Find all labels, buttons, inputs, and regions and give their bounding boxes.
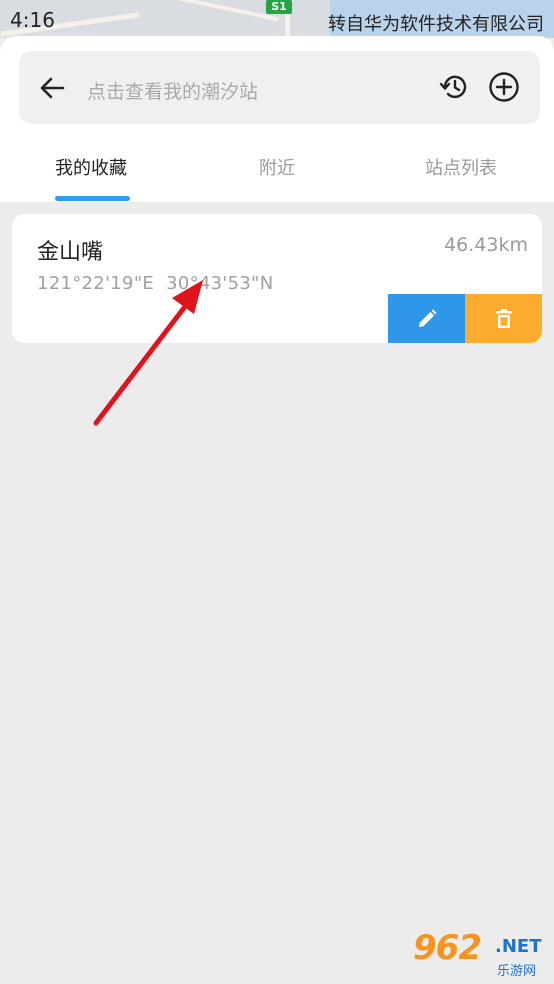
source-note: 转自华为软件技术有限公司 — [328, 14, 544, 35]
route-badge: S1 — [266, 0, 292, 14]
back-arrow-icon[interactable] — [39, 75, 65, 101]
station-name: 金山嘴 — [37, 240, 104, 265]
status-time: 4:16 — [10, 8, 55, 32]
search-placeholder[interactable]: 点击查看我的潮汐站 — [87, 77, 258, 104]
delete-button[interactable] — [465, 294, 542, 343]
search-bar[interactable]: 点击查看我的潮汐站 — [19, 51, 540, 124]
station-latitude: 30°43'53"N — [166, 273, 274, 294]
station-longitude: 121°22'19"E — [37, 273, 155, 294]
tab-favorites[interactable]: 我的收藏 — [55, 154, 127, 180]
edit-icon — [418, 308, 437, 327]
app-screen: S1 4:16 转自华为软件技术有限公司 点击查看我的潮汐站 我的收藏 附近 站… — [0, 0, 554, 984]
map-background: S1 4:16 转自华为软件技术有限公司 — [0, 0, 554, 38]
tab-station-list[interactable]: 站点列表 — [425, 154, 497, 180]
edit-button[interactable] — [388, 294, 465, 343]
watermark-domain: .NET — [495, 936, 542, 957]
delete-icon — [495, 308, 512, 328]
history-icon[interactable] — [438, 71, 470, 103]
header-sheet: 点击查看我的潮汐站 我的收藏 附近 站点列表 — [0, 36, 554, 202]
map-road — [151, 0, 279, 22]
site-watermark: 962 .NET 乐游网 — [413, 928, 549, 980]
watermark-number: 962 — [413, 928, 482, 968]
add-circle-icon[interactable] — [488, 71, 520, 103]
favorite-station-card[interactable]: 金山嘴 46.43km 121°22'19"E 30°43'53"N — [12, 214, 542, 343]
tab-bar: 我的收藏 附近 站点列表 — [0, 146, 554, 202]
station-coordinates: 121°22'19"E 30°43'53"N — [37, 273, 274, 294]
watermark-sub: 乐游网 — [497, 964, 537, 979]
active-tab-indicator — [55, 196, 130, 201]
tab-nearby[interactable]: 附近 — [259, 154, 295, 180]
station-distance: 46.43km — [444, 234, 528, 256]
